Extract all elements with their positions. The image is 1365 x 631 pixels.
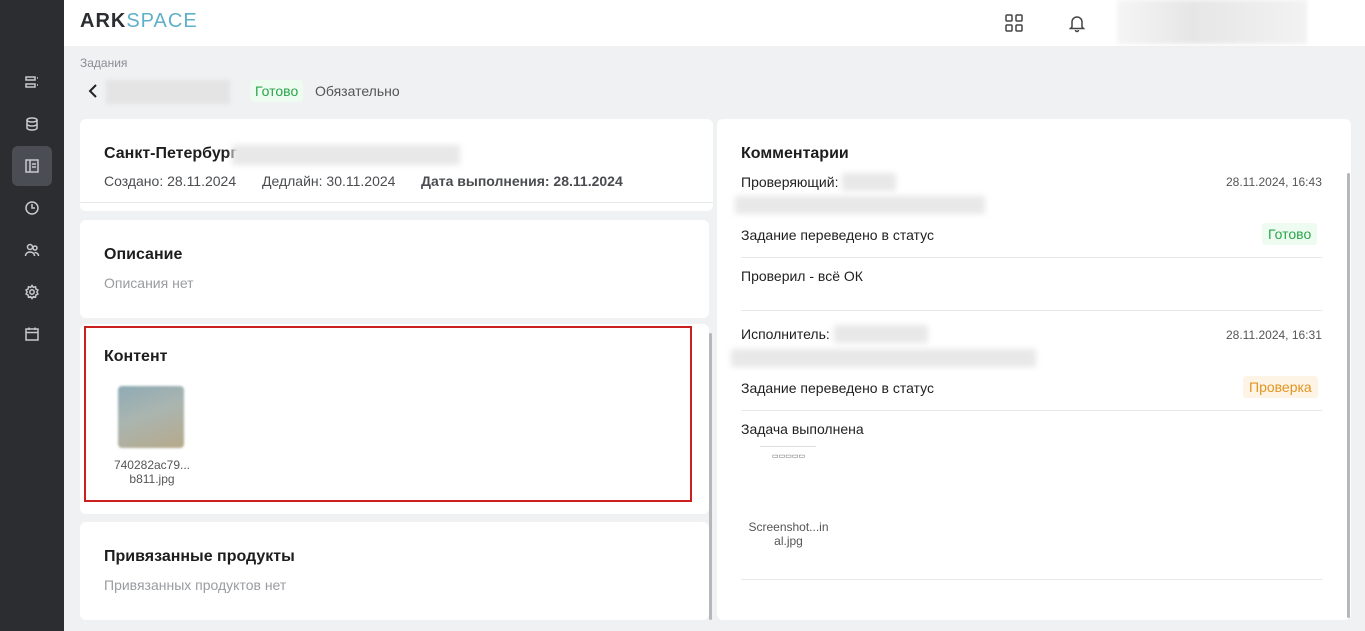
breadcrumb[interactable]: Задания: [80, 56, 127, 70]
created-date: Создано: 28.11.2024: [104, 173, 237, 189]
left-scrollbar[interactable]: [709, 333, 712, 620]
description-empty: Описания нет: [104, 275, 194, 291]
comment-1-subtitle-redacted: [735, 196, 985, 214]
comment-2-file-name[interactable]: Screenshot...in al.jpg: [741, 520, 836, 548]
sidebar-item-history[interactable]: [12, 188, 52, 228]
comment-2-author-redacted: [834, 325, 928, 343]
comment-1-author-redacted: [842, 173, 896, 191]
comment-1-time: 28.11.2024, 16:43: [1226, 175, 1322, 189]
comment-2-subtitle-redacted: [731, 349, 1036, 367]
comment-2-message: Задача выполнена: [741, 421, 864, 437]
comment-2-status-badge: Проверка: [1243, 376, 1318, 398]
task-city: Санкт-Петербург: [104, 145, 237, 162]
comments-scrollbar[interactable]: [1347, 173, 1350, 618]
notifications-button[interactable]: [1065, 11, 1089, 35]
logo-part-1: ARK: [80, 10, 127, 32]
comment-1-divider: [741, 257, 1322, 258]
sidebar-item-tasks[interactable]: [12, 146, 52, 186]
requirement-label: Обязательно: [315, 83, 400, 99]
clock-icon: [25, 201, 39, 215]
app-logo[interactable]: ARKSPACE: [80, 10, 198, 33]
comment-1-message: Проверил - всё ОК: [741, 268, 863, 284]
sidebar-item-database[interactable]: [12, 104, 52, 144]
comment-2-divider: [741, 410, 1322, 411]
list-icon: [25, 76, 38, 88]
card-divider: [80, 202, 713, 203]
user-profile-redacted[interactable]: [1117, 0, 1307, 44]
database-icon: [26, 117, 38, 131]
comment-1-role: Проверяющий:: [741, 174, 839, 190]
comment-1-status-text: Задание переведено в статус: [741, 227, 934, 243]
users-icon: [24, 243, 40, 257]
content-highlight-frame: [84, 326, 692, 502]
sidebar-item-settings[interactable]: [12, 272, 52, 312]
gear-icon: [25, 284, 39, 300]
bell-icon: [1068, 16, 1086, 33]
task-title-redacted: [106, 80, 230, 104]
products-card: Привязанные продукты Привязанных продукт…: [80, 522, 709, 620]
grid-icon: [1005, 14, 1023, 32]
sidebar-item-calendar[interactable]: [12, 314, 52, 354]
task-address-redacted: [232, 145, 460, 165]
chevron-left-icon: [88, 84, 97, 98]
description-card: Описание Описания нет: [80, 220, 709, 318]
apps-grid-button[interactable]: [1002, 11, 1026, 35]
tasks-panel-icon: [25, 159, 39, 173]
calendar-icon: [25, 327, 39, 341]
comment-2-time: 28.11.2024, 16:31: [1226, 328, 1322, 342]
products-title: Привязанные продукты: [104, 548, 295, 565]
comment-2-file-name-line2: al.jpg: [774, 534, 803, 548]
comment-1-status-badge: Готово: [1262, 223, 1318, 245]
comment-separator: [741, 310, 1322, 311]
comment-2-bottom-divider: [741, 579, 1322, 580]
comments-title: Комментарии: [741, 145, 849, 162]
sidebar-item-list[interactable]: [12, 62, 52, 102]
completed-date: Дата выполнения: 28.11.2024: [421, 173, 623, 189]
description-title: Описание: [104, 246, 183, 263]
sidebar-item-users[interactable]: [12, 230, 52, 270]
sidebar: [0, 0, 64, 631]
products-empty: Привязанных продуктов нет: [104, 577, 287, 593]
logo-part-2: SPACE: [126, 10, 198, 32]
status-badge: Готово: [250, 80, 304, 102]
deadline-date: Дедлайн: 30.11.2024: [262, 173, 396, 189]
task-info-card: Санкт-Петербург Создано: 28.11.2024 Дедл…: [80, 119, 713, 211]
comment-2-file-thumbnail[interactable]: ▭▭▭▭▭: [760, 446, 816, 466]
comment-2-status-text: Задание переведено в статус: [741, 380, 934, 396]
screenshot-thumbnail-image: ▭▭▭▭▭: [772, 453, 806, 460]
back-button[interactable]: [84, 81, 102, 101]
top-bar: ARKSPACE: [64, 0, 1365, 46]
comment-2-file-name-line1: Screenshot...in: [748, 520, 829, 534]
comment-2-role: Исполнитель:: [741, 326, 830, 342]
